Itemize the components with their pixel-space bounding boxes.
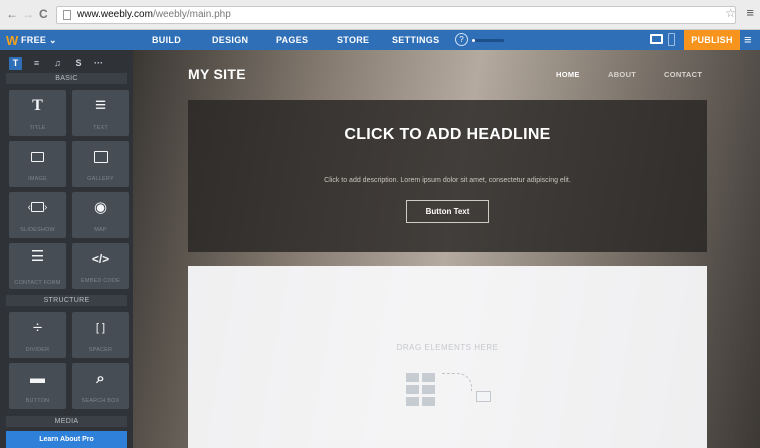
element-label: DIVIDER bbox=[25, 347, 50, 353]
forward-arrow-icon[interactable]: → bbox=[22, 7, 34, 21]
editor-topbar: W FREE ⌄ BUILD DESIGN PAGES STORE SETTIN… bbox=[0, 30, 760, 50]
drop-zone[interactable]: DRAG ELEMENTS HERE bbox=[188, 266, 707, 448]
reload-icon[interactable]: C bbox=[39, 7, 48, 21]
weebly-logo[interactable]: W bbox=[6, 33, 18, 48]
drag-path bbox=[442, 373, 472, 391]
elements-sidebar: T ≡ ♫ S ··· BASIC T TITLE ≡ TEXT IMAGE G… bbox=[0, 50, 133, 448]
tab-basic-elements[interactable]: T bbox=[9, 57, 22, 70]
section-label-basic: BASIC bbox=[55, 75, 78, 82]
element-image[interactable]: IMAGE bbox=[9, 141, 66, 187]
element-gallery[interactable]: GALLERY bbox=[72, 141, 129, 187]
page-icon bbox=[63, 10, 71, 20]
element-grid-icon bbox=[406, 373, 436, 406]
browser-menu-icon[interactable]: ≡ bbox=[746, 5, 754, 20]
element-text[interactable]: ≡ TEXT bbox=[72, 90, 129, 136]
tab-settings[interactable]: SETTINGS bbox=[392, 35, 439, 45]
site-nav-about[interactable]: ABOUT bbox=[608, 70, 636, 79]
publish-button[interactable]: PUBLISH bbox=[684, 30, 740, 50]
plan-dropdown[interactable]: FREE ⌄ bbox=[21, 35, 57, 46]
element-label: TEXT bbox=[93, 125, 108, 131]
tab-store[interactable]: STORE bbox=[337, 35, 369, 45]
site-nav-contact[interactable]: CONTACT bbox=[664, 70, 702, 79]
element-slideshow[interactable]: ‹ › SLIDESHOW bbox=[9, 192, 66, 238]
element-button[interactable]: ▬ BUTTON bbox=[9, 363, 66, 409]
text-icon: ≡ bbox=[94, 95, 107, 116]
tab-media-elements[interactable]: ♫ bbox=[51, 57, 64, 70]
bookmark-star-icon[interactable]: ☆ bbox=[725, 6, 736, 20]
embed-code-icon: </> bbox=[91, 252, 110, 266]
element-label: BUTTON bbox=[25, 398, 50, 404]
headline-banner: CLICK TO ADD HEADLINE Click to add descr… bbox=[188, 100, 707, 252]
tab-more-elements[interactable]: ··· bbox=[92, 57, 105, 70]
element-label: SPACER bbox=[88, 347, 113, 353]
element-label: TITLE bbox=[29, 125, 46, 131]
headline-text[interactable]: CLICK TO ADD HEADLINE bbox=[188, 126, 707, 144]
progress-fill bbox=[472, 39, 476, 42]
tab-pages[interactable]: PAGES bbox=[276, 35, 308, 45]
map-icon: ◉ bbox=[93, 199, 108, 216]
mobile-view-icon[interactable] bbox=[668, 33, 675, 46]
gallery-icon bbox=[72, 148, 129, 166]
progress-bar bbox=[472, 39, 504, 42]
site-title[interactable]: MY SITE bbox=[188, 66, 246, 82]
image-icon bbox=[9, 148, 66, 166]
element-label: MAP bbox=[94, 227, 107, 233]
element-divider[interactable]: ÷ DIVIDER bbox=[9, 312, 66, 358]
site-canvas: MY SITE HOME ABOUT CONTACT CLICK TO ADD … bbox=[133, 50, 760, 448]
element-contact-form[interactable]: ☰ CONTACT FORM bbox=[9, 243, 66, 289]
banner-button[interactable]: Button Text bbox=[406, 200, 489, 223]
tab-layout-elements[interactable]: ≡ bbox=[30, 57, 43, 70]
tab-store-elements[interactable]: S bbox=[72, 57, 85, 70]
drop-zone-label: DRAG ELEMENTS HERE bbox=[396, 343, 499, 352]
editor-menu-icon[interactable]: ≡ bbox=[744, 33, 752, 46]
element-label: CONTACT FORM bbox=[14, 280, 61, 286]
element-title[interactable]: T TITLE bbox=[9, 90, 66, 136]
element-label: SLIDESHOW bbox=[20, 227, 55, 233]
element-label: SEARCH BOX bbox=[81, 398, 120, 404]
section-label-media: MEDIA bbox=[54, 418, 79, 425]
element-search-box[interactable]: ⌕ SEARCH BOX bbox=[72, 363, 129, 409]
desktop-view-icon[interactable] bbox=[650, 34, 663, 44]
site-nav-home[interactable]: HOME bbox=[556, 70, 580, 79]
search-box-icon: ⌕ bbox=[96, 370, 105, 387]
url-bar[interactable]: www.weebly.com/weebly/main.php bbox=[56, 6, 736, 24]
back-arrow-icon[interactable]: ← bbox=[6, 7, 18, 21]
title-icon: T bbox=[32, 97, 43, 114]
element-label: GALLERY bbox=[87, 176, 114, 182]
url-path: /weebly/main.php bbox=[152, 9, 231, 20]
image-drop-icon bbox=[476, 391, 491, 402]
tab-design[interactable]: DESIGN bbox=[212, 35, 248, 45]
divider-icon: ÷ bbox=[32, 318, 43, 337]
browser-toolbar: ← → C www.weebly.com/weebly/main.php ☆ ≡ bbox=[0, 0, 760, 30]
help-icon[interactable]: ? bbox=[455, 33, 468, 46]
section-label-structure: STRUCTURE bbox=[43, 297, 90, 304]
description-text[interactable]: Click to add description. Lorem ipsum do… bbox=[188, 177, 707, 184]
tab-build[interactable]: BUILD bbox=[152, 35, 181, 45]
button-icon: ▬ bbox=[30, 370, 45, 387]
learn-about-pro-button[interactable]: Learn About Pro bbox=[6, 431, 127, 448]
url-host: www.weebly.com bbox=[77, 9, 153, 20]
element-label: IMAGE bbox=[28, 176, 47, 182]
spacer-icon: [ ] bbox=[95, 322, 106, 334]
contact-form-icon: ☰ bbox=[30, 248, 45, 265]
slideshow-icon: ‹ › bbox=[27, 202, 48, 213]
element-map[interactable]: ◉ MAP bbox=[72, 192, 129, 238]
element-spacer[interactable]: [ ] SPACER bbox=[72, 312, 129, 358]
element-label: EMBED CODE bbox=[81, 278, 120, 284]
element-embed-code[interactable]: </> EMBED CODE bbox=[72, 243, 129, 289]
